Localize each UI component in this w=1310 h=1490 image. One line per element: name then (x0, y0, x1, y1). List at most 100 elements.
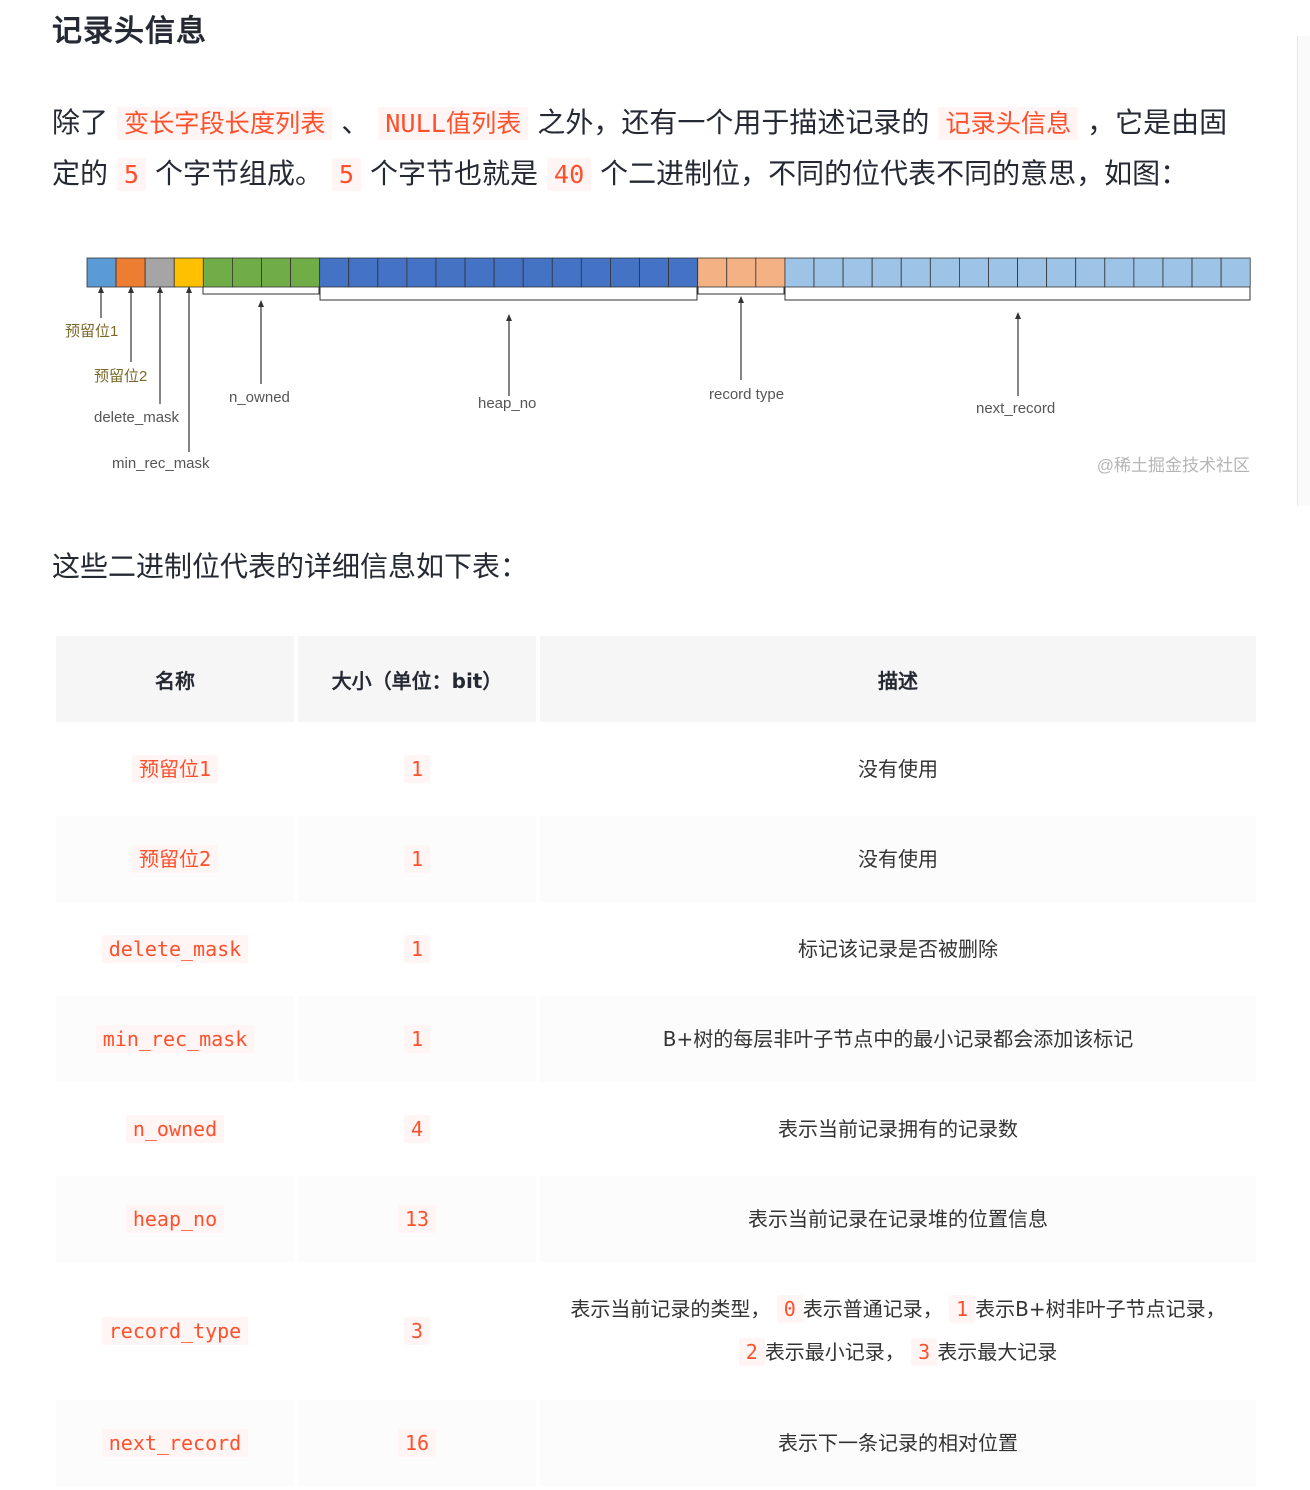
table-header-row: 名称 大小（单位：bit） 描述 (56, 636, 1256, 722)
size-code: 13 (397, 1204, 437, 1233)
cell-name: 预留位1 (56, 726, 294, 812)
text-run: 除了 (52, 106, 109, 139)
table-row: n_owned 4 表示当前记录拥有的记录数 (56, 1086, 1256, 1172)
scrollbar-track[interactable] (1297, 36, 1310, 506)
cell-desc: 标记该记录是否被删除 (540, 906, 1256, 992)
table-row: 预留位1 1 没有使用 (56, 726, 1256, 812)
bit-cell (1046, 257, 1077, 288)
bit-cell (1133, 257, 1164, 288)
cell-desc: 表示当前记录在记录堆的位置信息 (540, 1176, 1256, 1262)
name-code: min_rec_mask (95, 1024, 255, 1053)
desc-code: 1 (949, 1295, 976, 1323)
cell-name: heap_no (56, 1176, 294, 1262)
bit-cell (173, 257, 204, 288)
bit-cell (900, 257, 931, 288)
diagram-svg: 预留位1 预留位2 delete_mask min_rec_mask n_own… (65, 257, 1251, 475)
label-next-record: next_record (976, 400, 1055, 417)
cell-size: 1 (298, 996, 536, 1082)
bit-cell (464, 257, 495, 288)
bit-cell (1191, 257, 1222, 288)
inline-code: 变长字段长度列表 (116, 107, 333, 140)
bit-cell (1017, 257, 1048, 288)
desc-text: 表示B+树非叶子节点记录， (975, 1297, 1226, 1321)
inline-code: 5 (116, 158, 147, 191)
size-code: 1 (403, 844, 431, 873)
desc-text: 表示当前记录的类型， (570, 1297, 771, 1321)
bit-cell (871, 257, 902, 288)
table-intro-paragraph: 这些二进制位代表的详细信息如下表： (52, 550, 529, 583)
name-code: 预留位2 (131, 844, 219, 873)
cell-size: 3 (298, 1266, 536, 1396)
cell-desc: 表示当前记录的类型， 0 表示普通记录， 1 表示B+树非叶子节点记录， 2 表示最小… (540, 1266, 1256, 1396)
bit-cell (755, 257, 786, 288)
bit-cell (1162, 257, 1193, 288)
bit-cell (115, 257, 146, 288)
inline-code: 40 (546, 158, 592, 191)
bit-detail-table: 名称 大小（单位：bit） 描述 预留位1 1 没有使用 预留位2 1 没有使用… (52, 632, 1260, 1490)
cell-size: 4 (298, 1086, 536, 1172)
intro-paragraph: 除了 变长字段长度列表 、 NULL值列表 之外，还有一个用于描述记录的 记录头… (52, 98, 1252, 200)
bit-cell (1075, 257, 1106, 288)
size-code: 4 (403, 1114, 431, 1143)
section-heading: 记录头信息 (52, 14, 207, 49)
text-run: 之外，还有一个用于描述记录的 (537, 106, 930, 139)
cell-size: 13 (298, 1176, 536, 1262)
bracket-record-type (697, 287, 785, 295)
label-delete-mask: delete_mask (94, 409, 180, 426)
bracket-heap-no (319, 287, 698, 301)
bit-cell (1220, 257, 1251, 288)
cell-desc: 表示当前记录拥有的记录数 (540, 1086, 1256, 1172)
table-row: next_record 16 表示下一条记录的相对位置 (56, 1400, 1256, 1486)
size-code: 3 (403, 1316, 431, 1345)
bit-cell (435, 257, 466, 288)
bit-cell (842, 257, 873, 288)
text-run: 个字节也就是 (370, 157, 539, 190)
cell-desc: 表示下一条记录的相对位置 (540, 1400, 1256, 1486)
col-header-size: 大小（单位：bit） (298, 636, 536, 722)
cell-size: 16 (298, 1400, 536, 1486)
bit-cell (522, 257, 553, 288)
label-heap-no: heap_no (478, 395, 536, 412)
brackets (202, 287, 1251, 301)
cell-desc: 没有使用 (540, 726, 1256, 812)
bit-cell (406, 257, 437, 288)
desc-text: 表示普通记录， (802, 1297, 943, 1321)
bit-cell (319, 257, 350, 288)
table-row: record_type 3 表示当前记录的类型， 0 表示普通记录， 1 表示B+树… (56, 1266, 1256, 1396)
name-code: 预留位1 (131, 754, 219, 783)
cell-size: 1 (298, 816, 536, 902)
desc-text: 表示最小记录， (764, 1340, 905, 1364)
watermark: @稀土掘金技术社区 (1097, 456, 1250, 475)
bit-cell (86, 257, 117, 288)
table-row: heap_no 13 表示当前记录在记录堆的位置信息 (56, 1176, 1256, 1262)
bit-cell (813, 257, 844, 288)
bit-cell (551, 257, 582, 288)
table-row: min_rec_mask 1 B+树的每层非叶子节点中的最小记录都会添加该标记 (56, 996, 1256, 1082)
bit-cell (202, 257, 233, 288)
cell-desc: 没有使用 (540, 816, 1256, 902)
size-code: 1 (403, 754, 431, 783)
bit-cell (610, 257, 640, 288)
cell-desc: B+树的每层非叶子节点中的最小记录都会添加该标记 (540, 996, 1256, 1082)
size-code: 1 (403, 1024, 431, 1053)
bit-cell (929, 257, 960, 288)
desc-text: 表示最大记录 (937, 1340, 1058, 1364)
desc-code: 0 (776, 1295, 803, 1323)
name-code: heap_no (125, 1204, 225, 1233)
name-code: record_type (101, 1316, 249, 1345)
cell-size: 1 (298, 906, 536, 992)
inline-code: 记录头信息 (938, 107, 1079, 140)
table-row: delete_mask 1 标记该记录是否被删除 (56, 906, 1256, 992)
bit-cell (261, 257, 291, 288)
col-header-desc: 描述 (540, 636, 1256, 722)
bit-cell (784, 257, 815, 288)
name-code: next_record (101, 1428, 249, 1457)
bit-cell (639, 257, 670, 288)
arrow-heads (98, 286, 1021, 321)
col-header-name: 名称 (56, 636, 294, 722)
label-reserved1: 预留位1 (65, 323, 118, 340)
pointer-arrows (100, 290, 1019, 452)
bit-cell (959, 257, 989, 288)
text-run: 个字节组成。 (155, 157, 324, 190)
cell-name: delete_mask (56, 906, 294, 992)
